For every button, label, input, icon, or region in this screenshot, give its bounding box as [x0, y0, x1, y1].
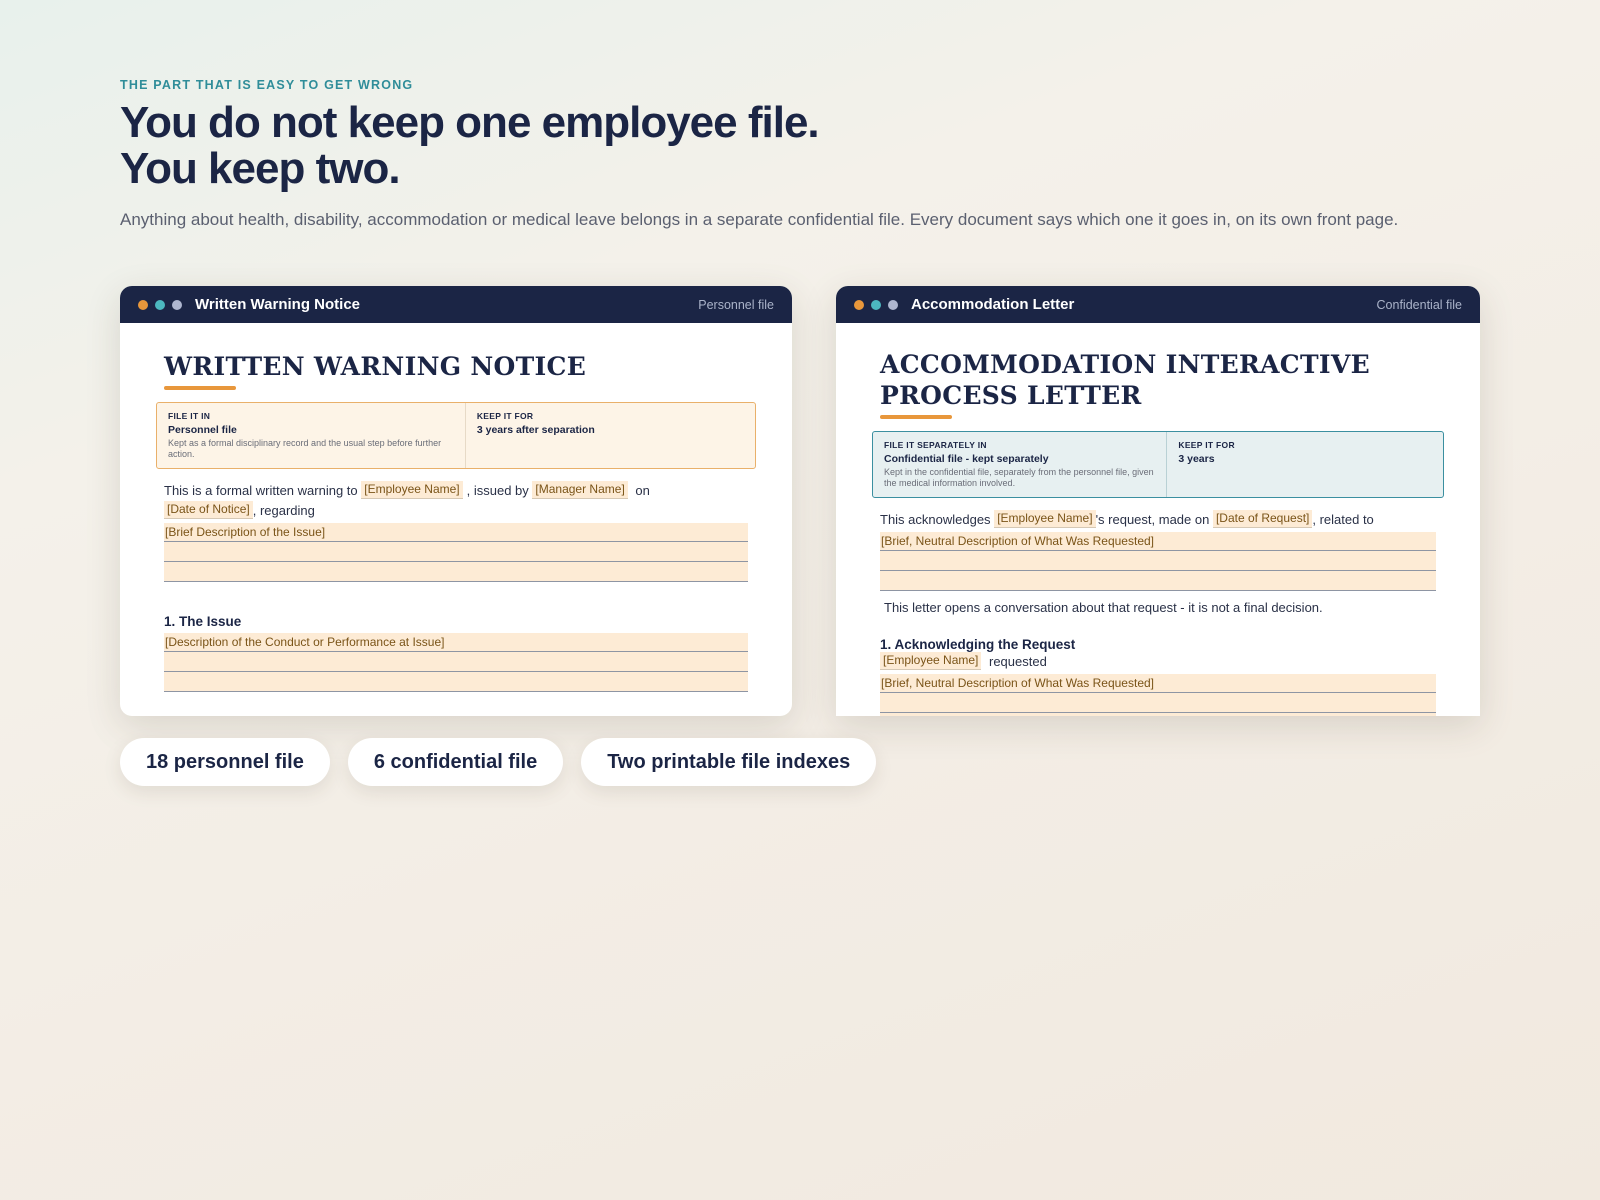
document-title-line-2: PROCESS LETTER — [880, 381, 1142, 410]
fill-line — [164, 562, 748, 582]
file-type-badge: Confidential file — [1376, 297, 1462, 312]
intro-text: , issued by — [466, 483, 529, 498]
filing-label: FILE IT SEPARATELY IN — [884, 440, 987, 450]
fill-line — [880, 693, 1436, 713]
filing-label: FILE IT IN — [168, 411, 211, 421]
retention-cell: KEEP IT FOR 3 years after separation — [466, 403, 755, 468]
section-heading: 1. Acknowledging the Request — [880, 637, 1076, 652]
filing-note: Kept in the confidential file, separatel… — [884, 467, 1154, 488]
maximize-dot-icon — [888, 299, 898, 310]
headline-line-2: You keep two. — [120, 144, 401, 193]
window-titlebar: Written Warning Notice Personnel file — [120, 286, 792, 323]
employee-name-field[interactable]: [Employee Name] — [994, 510, 1096, 528]
fill-line — [880, 571, 1436, 591]
fill-line — [164, 672, 748, 692]
minimize-dot-icon — [155, 299, 165, 310]
window-title: Written Warning Notice — [195, 296, 360, 313]
request-description-field[interactable]: [Brief, Neutral Description of What Was … — [880, 532, 1436, 591]
intro-text: , related to — [1312, 512, 1374, 527]
window-titlebar: Accommodation Letter Confidential file — [836, 286, 1480, 323]
document-title-line-1: ACCOMMODATION INTERACTIVE — [880, 350, 1370, 379]
accommodation-letter-window: Accommodation Letter Confidential file A… — [836, 286, 1480, 716]
file-type-badge: Personnel file — [698, 297, 774, 312]
personnel-count-chip: 18 personnel file — [120, 738, 330, 786]
request-description-field[interactable]: [Brief, Neutral Description of What Was … — [880, 674, 1436, 716]
issue-description-field[interactable]: [Description of the Conduct or Performan… — [164, 633, 748, 692]
intro-text: This acknowledges — [880, 512, 991, 527]
stats-chips: 18 personnel file 6 confidential file Tw… — [120, 738, 894, 786]
subtitle: Anything about health, disability, accom… — [120, 210, 1399, 229]
headline-line-1: You do not keep one employee file. — [120, 98, 820, 147]
close-dot-icon — [854, 299, 864, 310]
intro-text: This is a formal written warning to — [164, 483, 358, 498]
document-page: WRITTEN WARNING NOTICE FILE IT IN Person… — [120, 323, 792, 692]
intro-text: 's request, made on — [1095, 512, 1210, 527]
letter-note: This letter opens a conversation about t… — [884, 600, 1323, 615]
retention-value: 3 years — [1178, 453, 1215, 465]
retention-label: KEEP IT FOR — [1178, 440, 1235, 450]
date-of-request-field[interactable]: [Date of Request] — [1212, 510, 1313, 528]
filing-note: Kept as a formal disciplinary record and… — [168, 438, 442, 459]
filing-box: FILE IT IN Personnel file Kept as a form… — [156, 402, 756, 469]
filing-value: Personnel file — [168, 424, 237, 436]
employee-name-field[interactable]: [Employee Name] — [880, 652, 982, 670]
file-indexes-chip: Two printable file indexes — [581, 738, 877, 786]
written-warning-window: Written Warning Notice Personnel file WR… — [120, 286, 792, 716]
hero: THE PART THAT IS EASY TO GET WRONG You d… — [120, 78, 1500, 232]
close-dot-icon — [138, 299, 148, 310]
date-of-notice-field[interactable]: [Date of Notice] — [164, 501, 253, 519]
intro-text: , regarding — [252, 503, 315, 518]
manager-name-field[interactable]: [Manager Name] — [532, 481, 628, 499]
filing-value: Confidential file - kept separately — [884, 453, 1049, 465]
eyebrow: THE PART THAT IS EASY TO GET WRONG — [120, 78, 414, 92]
intro-text: on — [635, 483, 650, 498]
intro-paragraph: This is a formal written warning to [Emp… — [164, 481, 748, 521]
request-paragraph: [Employee Name] requested — [880, 652, 1436, 672]
fill-line: [Brief, Neutral Description of What Was … — [880, 674, 1436, 693]
fill-line: [Description of the Conduct or Performan… — [164, 633, 748, 652]
retention-cell: KEEP IT FOR 3 years — [1167, 432, 1443, 497]
minimize-dot-icon — [871, 299, 881, 310]
document-title: ACCOMMODATION INTERACTIVE PROCESS LETTER — [880, 349, 1436, 411]
title-underline — [164, 386, 236, 390]
fill-line: [Brief Description of the Issue] — [164, 523, 748, 542]
confidential-count-chip: 6 confidential file — [347, 738, 564, 786]
filing-box: FILE IT SEPARATELY IN Confidential file … — [872, 431, 1444, 498]
section-heading: 1. The Issue — [164, 614, 242, 629]
headline: You do not keep one employee file. You k… — [120, 100, 1500, 192]
retention-value: 3 years after separation — [476, 424, 595, 436]
maximize-dot-icon — [172, 299, 182, 310]
fill-line — [880, 713, 1436, 716]
retention-label: KEEP IT FOR — [476, 411, 534, 421]
employee-name-field[interactable]: [Employee Name] — [361, 481, 463, 499]
document-page: ACCOMMODATION INTERACTIVE PROCESS LETTER… — [836, 323, 1480, 716]
fill-line: [Brief, Neutral Description of What Was … — [880, 532, 1436, 551]
filing-location-cell: FILE IT SEPARATELY IN Confidential file … — [873, 432, 1168, 497]
document-title: WRITTEN WARNING NOTICE — [164, 352, 587, 381]
fill-line — [880, 551, 1436, 571]
title-underline — [880, 415, 952, 419]
fill-line — [164, 542, 748, 562]
window-title: Accommodation Letter — [911, 296, 1075, 313]
filing-location-cell: FILE IT IN Personnel file Kept as a form… — [157, 403, 466, 468]
issue-summary-field[interactable]: [Brief Description of the Issue] — [164, 523, 748, 582]
fill-line — [164, 652, 748, 672]
intro-paragraph: This acknowledges [Employee Name]'s requ… — [880, 510, 1436, 530]
request-text: requested — [989, 654, 1047, 669]
